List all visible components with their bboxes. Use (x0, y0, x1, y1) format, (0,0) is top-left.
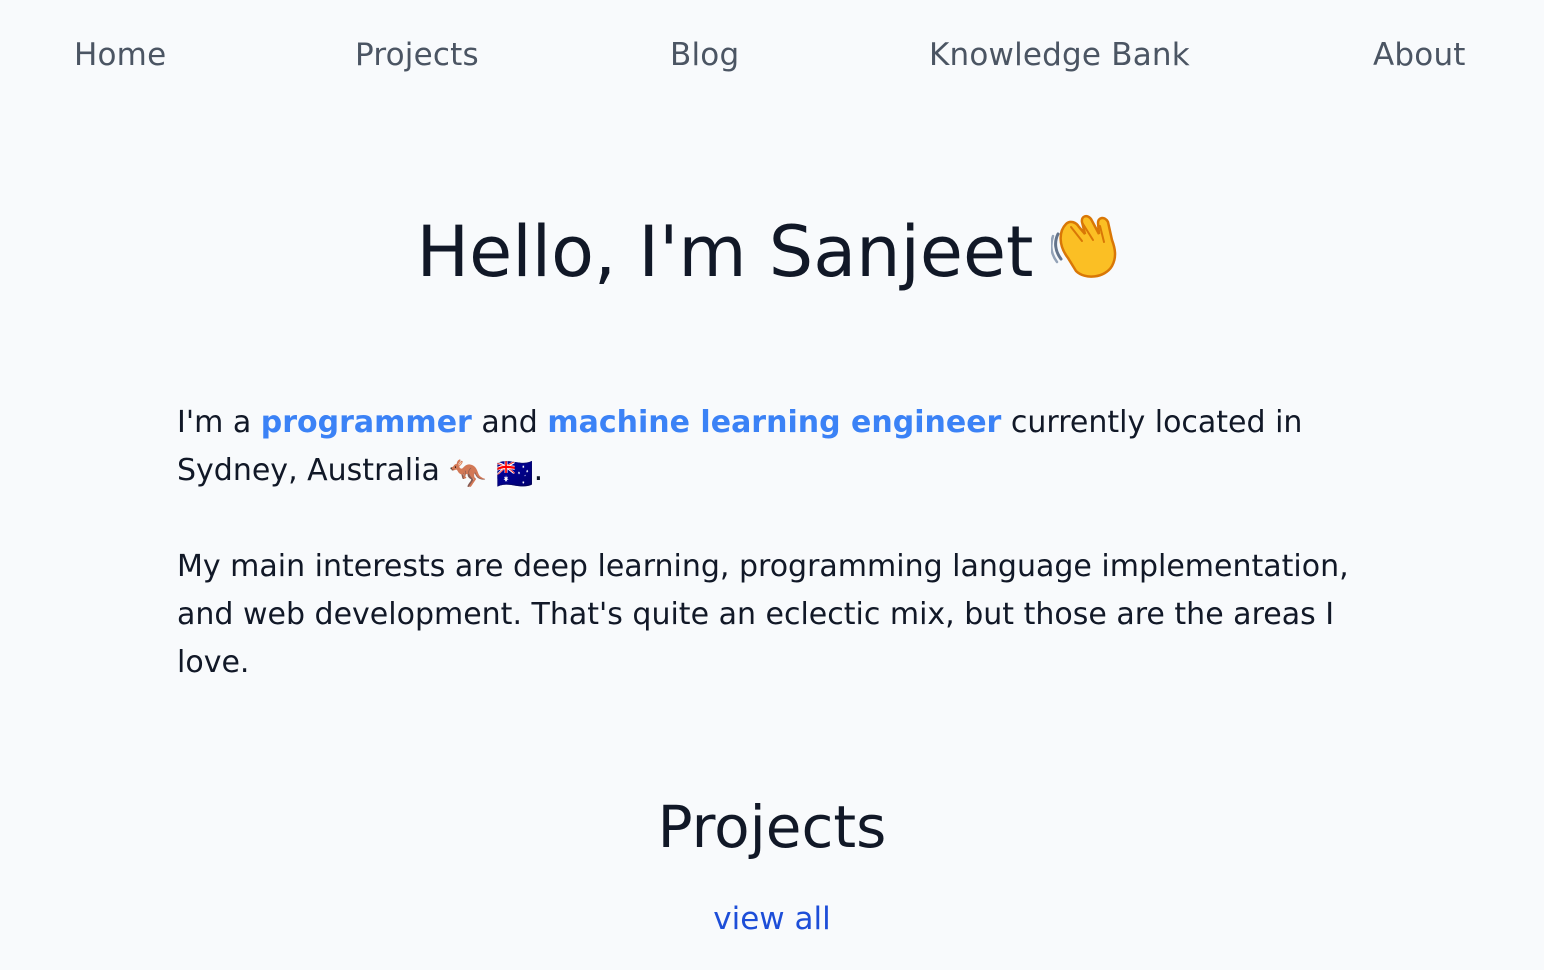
intro-paragraph-interests: My main interests are deep learning, pro… (177, 549, 1349, 680)
intro-prefix-text: I'm a (177, 405, 261, 440)
intro-paragraph-location: I'm a programmer and machine learning en… (177, 399, 1377, 499)
hero-title: Hello, I'm Sanjeet (0, 202, 1544, 302)
projects-section-title: Projects (657, 793, 887, 861)
nav-home-link[interactable]: Home (74, 30, 166, 80)
waving-hand-icon (1050, 206, 1127, 282)
projects-view-all-container: view all (0, 896, 1544, 942)
machine-learning-engineer-link[interactable]: machine learning engineer (547, 405, 1001, 440)
page: Home Projects Blog Knowledge Bank About … (0, 0, 1544, 970)
nav-about-link[interactable]: About (1373, 30, 1466, 80)
nav-blog-link[interactable]: Blog (670, 30, 739, 80)
nav-knowledge-bank-link[interactable]: Knowledge Bank (929, 30, 1190, 80)
australia-flag-icon: 🇦🇺 (496, 457, 534, 492)
top-navigation: Home Projects Blog Knowledge Bank About (0, 30, 1544, 80)
hero-title-text: Hello, I'm Sanjeet (416, 211, 1034, 293)
intro-and-text: and (471, 405, 548, 440)
projects-view-all-link[interactable]: view all (713, 901, 830, 937)
intro-period: . (533, 453, 544, 488)
nav-projects-link[interactable]: Projects (355, 30, 479, 80)
programmer-link[interactable]: programmer (261, 405, 472, 440)
kangaroo-icon: 🦘 (449, 457, 487, 492)
